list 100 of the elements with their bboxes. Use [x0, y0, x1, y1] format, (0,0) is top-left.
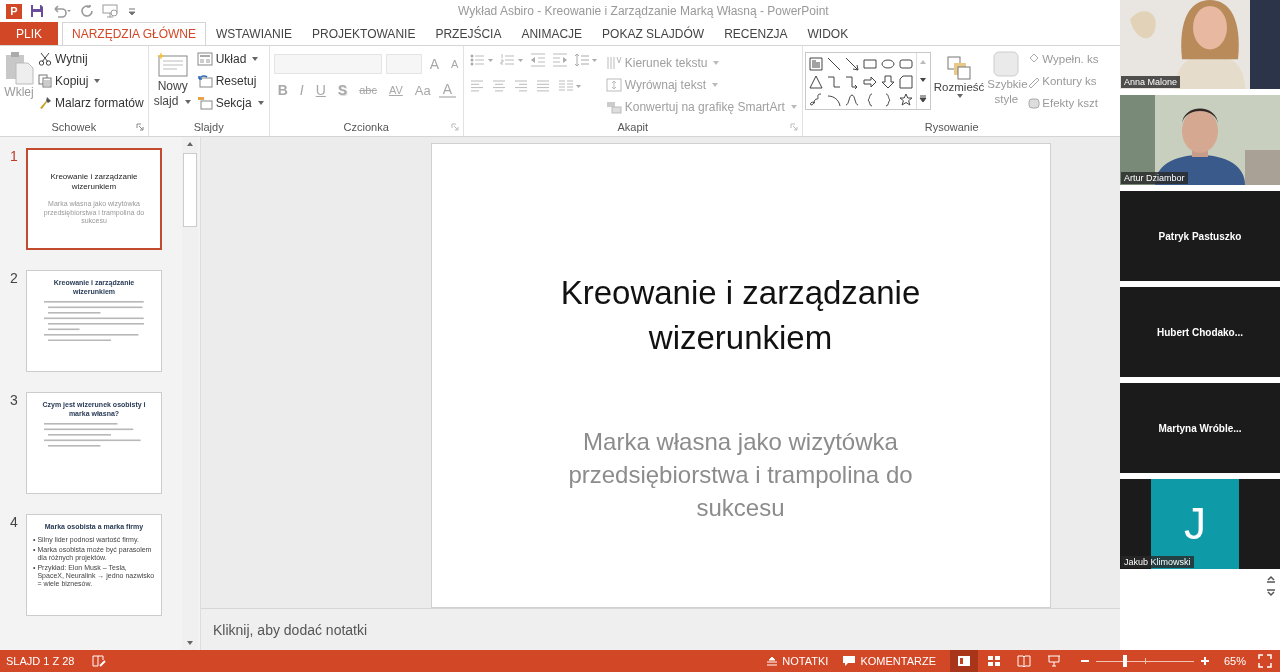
ribbon-tab[interactable]: WSTAWIANIE	[206, 22, 303, 45]
save-icon[interactable]	[30, 4, 44, 18]
scrollbar-thumb[interactable]	[183, 153, 197, 227]
align-text-icon	[605, 77, 622, 92]
ribbon-tab[interactable]: PROJEKTOWANIE	[302, 22, 426, 45]
clipboard-icon	[4, 51, 34, 85]
caret-icon	[956, 93, 965, 99]
dialog-launcher-icon[interactable]	[135, 123, 144, 131]
slideshow-icon	[1046, 655, 1061, 667]
copy-icon	[38, 73, 52, 88]
fit-to-window-icon[interactable]	[1258, 654, 1272, 668]
section-button[interactable]: Sekcja	[196, 93, 265, 112]
right-arrow-icon[interactable]	[862, 75, 877, 89]
slide-title: Kreowanie i zarządzanie wizerunkiem	[559, 273, 922, 358]
scroll-up-icon[interactable]	[1266, 575, 1276, 583]
scroll-down-icon[interactable]	[1266, 589, 1276, 597]
line-icon[interactable]	[826, 57, 841, 71]
caret-icon	[710, 81, 719, 88]
brush-icon	[38, 95, 52, 110]
copy-button[interactable]: Kopiuj	[38, 71, 144, 90]
cut-button[interactable]: Wytnij	[38, 49, 144, 68]
reading-view-icon	[1016, 655, 1031, 667]
arrow-icon[interactable]	[844, 57, 859, 71]
caret-icon	[251, 55, 260, 62]
format-painter-button[interactable]: Malarz formatów	[38, 93, 144, 112]
app-logo: P	[6, 3, 22, 19]
participant-name: Anna Malone	[1121, 76, 1181, 88]
participant-name: Hubert Chodako...	[1156, 326, 1244, 338]
slide-counter: SLAJD 1 Z 28	[6, 655, 75, 667]
slide-subtitle: Marka własna jako wizytówka przedsiębiorstwa i trampolina do sukcesu	[567, 427, 914, 523]
scroll-down-icon[interactable]	[919, 77, 928, 83]
scroll-up-icon[interactable]	[186, 141, 194, 147]
participant-name: Jakub Klimowski	[1121, 556, 1194, 568]
caret-icon	[789, 103, 798, 110]
ribbon-tab[interactable]: ANIMACJE	[511, 22, 593, 45]
participant-name: Artur Dziambor	[1121, 172, 1188, 184]
new-slide-button[interactable]: Nowy slajd	[152, 49, 193, 118]
file-tab[interactable]: PLIK	[0, 22, 58, 45]
group-label: Rysowanie	[924, 121, 979, 133]
caret-icon	[93, 77, 102, 84]
flowchart-shape-icon[interactable]	[898, 75, 913, 89]
layout-button[interactable]: Układ	[196, 49, 265, 68]
notes-button[interactable]: NOTATKI	[766, 655, 829, 667]
ribbon-tab[interactable]: POKAZ SLAJDÓW	[592, 22, 715, 45]
notes-icon	[766, 656, 779, 666]
curve-icon[interactable]	[844, 93, 859, 107]
slide-number: 3	[10, 392, 19, 410]
layout-icon	[196, 51, 213, 66]
shape-effects-icon	[1028, 95, 1041, 110]
caret-icon	[256, 99, 265, 106]
redo-icon[interactable]	[80, 4, 94, 18]
text-direction-icon	[605, 55, 622, 70]
slide-number: 1	[10, 148, 19, 166]
new-slide-icon	[156, 51, 189, 77]
increase-indent-icon[interactable]	[551, 53, 568, 67]
decrease-indent-icon[interactable]	[529, 53, 546, 67]
freeform-icon[interactable]	[808, 93, 823, 107]
more-icon[interactable]	[919, 95, 928, 103]
elbow-arrow-icon[interactable]	[844, 75, 859, 89]
section-icon	[196, 95, 213, 110]
slide-number: 4	[10, 514, 19, 532]
slide-sorter-icon	[986, 655, 1001, 667]
participant-name: Martyna Wróble...	[1158, 422, 1242, 434]
ribbon-tab[interactable]: PRZEJŚCIA	[425, 22, 512, 45]
reset-button[interactable]: Resetuj	[196, 71, 265, 90]
group-label: Schowek	[51, 121, 97, 133]
smartart-icon	[605, 99, 622, 114]
normal-view-button[interactable]	[949, 650, 978, 672]
group-label: Czcionka	[343, 121, 389, 133]
scroll-down-icon[interactable]	[186, 640, 194, 646]
thumbnail-title: Kreowanie i zarządzanie wizerunkiem	[49, 172, 139, 192]
group-label: Akapit	[617, 121, 649, 133]
star-icon[interactable]	[898, 93, 913, 107]
presenter-icon[interactable]	[102, 4, 120, 18]
caret-icon	[183, 99, 192, 105]
line-spacing-icon[interactable]	[573, 53, 598, 67]
group-label: Slajdy	[193, 121, 224, 133]
arc-icon[interactable]	[826, 93, 841, 107]
down-arrow-icon[interactable]	[880, 75, 895, 89]
ribbon-tab[interactable]: WIDOK	[797, 22, 859, 45]
undo-icon[interactable]	[52, 4, 72, 18]
normal-view-icon	[956, 655, 971, 667]
bullets-icon[interactable]	[469, 53, 494, 67]
window-title: Wykład Asbiro - Kreowanie i Zarządzanie Marką Własną - PowerPoint	[458, 4, 829, 18]
scissors-icon	[38, 51, 52, 66]
spelling-icon[interactable]	[92, 655, 107, 667]
triangle-icon[interactable]	[808, 75, 823, 89]
comment-icon	[842, 655, 857, 667]
slide-number: 2	[10, 270, 19, 288]
slide-thumbnail[interactable]	[26, 514, 162, 616]
arrange-icon	[946, 55, 973, 81]
comments-button[interactable]: KOMENTARZE	[842, 655, 936, 667]
quick-styles-icon	[992, 51, 1021, 77]
zoom-in-icon[interactable]	[1199, 656, 1210, 666]
ribbon-tab[interactable]: NARZĘDZIA GŁÓWNE	[62, 22, 207, 45]
reset-icon	[196, 73, 213, 88]
zoom-level[interactable]: 65%	[1223, 655, 1246, 667]
participant-name: Patryk Pastuszko	[1158, 230, 1242, 242]
ribbon-tab[interactable]: RECENZJA	[714, 22, 798, 45]
notes-field[interactable]: Kliknij, aby dodać notatki	[201, 620, 615, 639]
